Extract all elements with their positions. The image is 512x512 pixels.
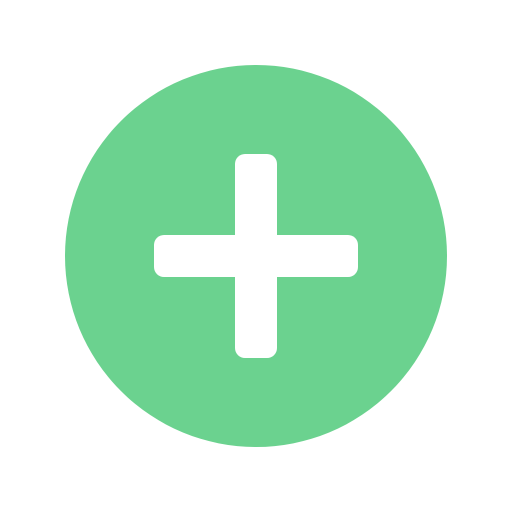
plus-icon-horizontal-bar: [154, 235, 358, 277]
plus-icon: [65, 65, 447, 447]
add-button[interactable]: [65, 65, 447, 447]
canvas: [0, 0, 512, 512]
